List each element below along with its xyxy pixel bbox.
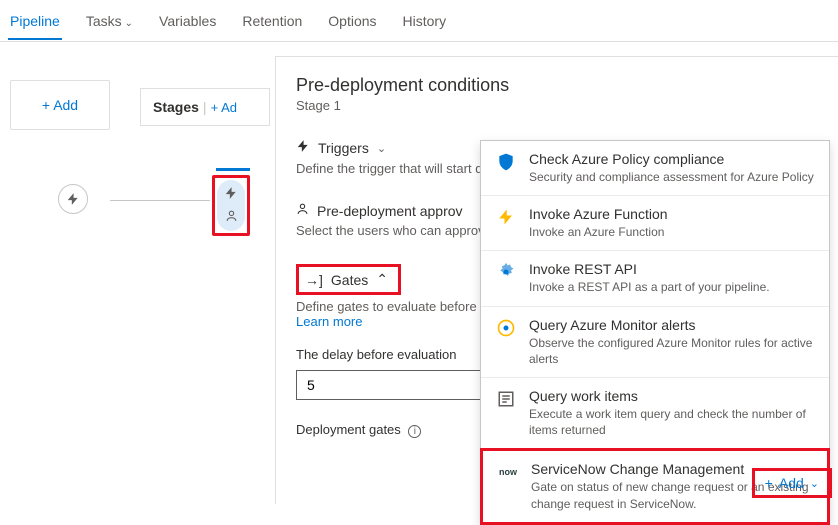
tab-pipeline[interactable]: Pipeline [8, 3, 62, 39]
stages-header: Stages| + Ad [140, 88, 270, 126]
stages-add[interactable]: + Ad [211, 100, 237, 115]
divider: | [203, 99, 207, 115]
servicenow-icon: now [497, 461, 519, 483]
gate-desc: Observe the configured Azure Monitor rul… [529, 335, 815, 367]
dep-gates-text: Deployment gates [296, 422, 401, 437]
plus-icon: + [42, 97, 50, 113]
delay-input-wrap [296, 370, 496, 400]
gate-title: Query Azure Monitor alerts [529, 317, 815, 333]
bolt-icon [495, 206, 517, 228]
gate-title: Check Azure Policy compliance [529, 151, 815, 167]
gear-icon [495, 261, 517, 283]
triggers-label: Triggers [318, 140, 369, 156]
stage-pill-inner [217, 180, 245, 231]
panel-title: Pre-deployment conditions [296, 75, 818, 96]
tab-retention[interactable]: Retention [240, 3, 304, 39]
info-icon[interactable]: i [408, 425, 421, 438]
add-gate-button[interactable]: + Add ⌄ [755, 471, 829, 495]
gate-option-azure-function[interactable]: Invoke Azure Function Invoke an Azure Fu… [481, 196, 829, 251]
stage-predeploy-pill[interactable] [212, 175, 250, 236]
tab-variables[interactable]: Variables [157, 3, 218, 39]
tab-tasks-label: Tasks [86, 13, 122, 29]
tab-options[interactable]: Options [326, 3, 378, 39]
gate-option-azure-monitor[interactable]: Query Azure Monitor alerts Observe the c… [481, 307, 829, 378]
add-artifact-link: + Add [42, 97, 78, 113]
gate-option-body: Invoke REST API Invoke a REST API as a p… [529, 261, 815, 295]
bolt-icon [224, 186, 238, 203]
stages-label: Stages [153, 99, 199, 115]
person-icon [296, 202, 309, 219]
tab-history[interactable]: History [401, 3, 449, 39]
bolt-icon [66, 192, 80, 206]
plus-icon: + [765, 475, 773, 491]
delay-input[interactable] [296, 370, 496, 400]
delay-label-text: The delay before evaluation [296, 347, 456, 362]
add-gate-label: Add [779, 475, 804, 491]
gate-option-body: Invoke Azure Function Invoke an Azure Fu… [529, 206, 815, 240]
person-icon [225, 209, 238, 225]
gates-label: Gates [331, 272, 368, 288]
gates-desc-text: Define gates to evaluate before the [296, 299, 498, 314]
gate-title: Query work items [529, 388, 815, 404]
gate-desc: Security and compliance assessment for A… [529, 169, 815, 185]
chart-icon [495, 317, 517, 339]
bolt-icon [296, 139, 310, 157]
gate-option-rest-api[interactable]: Invoke REST API Invoke a REST API as a p… [481, 251, 829, 306]
gate-desc: Invoke an Azure Function [529, 224, 815, 240]
connector-line [110, 200, 210, 201]
gate-icon: →] [305, 272, 323, 288]
tab-tasks[interactable]: Tasks⌄ [84, 3, 135, 39]
tab-bar: Pipeline Tasks⌄ Variables Retention Opti… [0, 0, 838, 42]
gates-dropdown: Check Azure Policy compliance Security a… [480, 140, 830, 524]
shield-icon [495, 151, 517, 173]
pipeline-canvas: + Add Stages| + Ad [0, 60, 270, 130]
add-artifact-box[interactable]: + Add [10, 80, 110, 130]
gate-option-body: Check Azure Policy compliance Security a… [529, 151, 815, 185]
chevron-down-icon: ⌄ [810, 477, 819, 490]
stages-add-label: Ad [221, 100, 237, 115]
gates-learn-more[interactable]: Learn more [296, 314, 362, 329]
gate-desc: Execute a work item query and check the … [529, 406, 815, 438]
chevron-down-icon: ⌄ [125, 18, 133, 29]
stage-active-indicator [216, 168, 250, 171]
gate-title: Invoke REST API [529, 261, 815, 277]
query-icon [495, 388, 517, 410]
plus-icon: + [211, 100, 219, 115]
approvals-label: Pre-deployment approv [317, 203, 463, 219]
gate-option-azure-policy[interactable]: Check Azure Policy compliance Security a… [481, 141, 829, 196]
gate-title: Invoke Azure Function [529, 206, 815, 222]
gate-option-body: Query work items Execute a work item que… [529, 388, 815, 438]
chevron-down-icon: ⌄ [377, 142, 386, 155]
chevron-up-icon: ⌃ [376, 271, 388, 288]
gate-option-body: Query Azure Monitor alerts Observe the c… [529, 317, 815, 367]
trigger-node[interactable] [58, 184, 88, 214]
add-gate-wrap: + Add ⌄ [752, 468, 832, 498]
gate-option-work-items[interactable]: Query work items Execute a work item que… [481, 378, 829, 449]
panel-stage-name: Stage 1 [296, 98, 818, 113]
add-label: Add [53, 97, 78, 113]
gates-header[interactable]: →] Gates ⌃ [296, 264, 401, 295]
gate-desc: Invoke a REST API as a part of your pipe… [529, 279, 815, 295]
